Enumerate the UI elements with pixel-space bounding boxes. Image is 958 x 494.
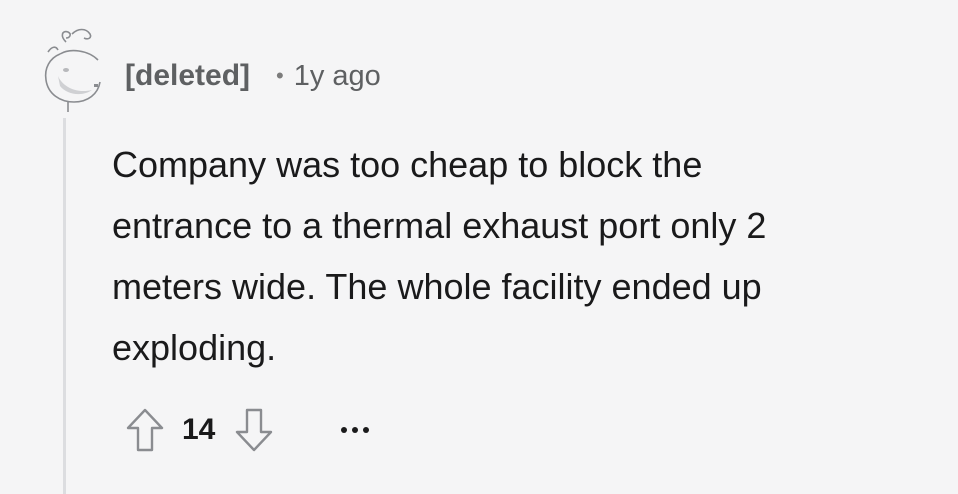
upvote-arrow-icon[interactable] — [124, 406, 166, 454]
comment-body-line: exploding. — [112, 327, 277, 368]
downvote-arrow-icon[interactable] — [233, 406, 275, 454]
comment-actions: 14 — [124, 404, 370, 456]
more-options-icon[interactable] — [341, 420, 370, 440]
comment-body-line: Company was too cheap to block the — [112, 144, 703, 185]
vote-score: 14 — [182, 413, 216, 446]
comment-meta: [deleted] • 1y ago — [125, 56, 381, 96]
comment-body-line: entrance to a thermal exhaust port only … — [112, 205, 767, 246]
comment-body: Company was too cheap to block the entra… — [112, 134, 932, 378]
comment-body-line: meters wide. The whole facility ended up — [112, 266, 762, 307]
timestamp[interactable]: 1y ago — [294, 60, 381, 93]
thread-line[interactable] — [63, 118, 66, 494]
author-name[interactable]: [deleted] — [125, 59, 250, 93]
meta-separator: • — [276, 63, 284, 88]
more-dot — [352, 427, 359, 433]
more-dot — [363, 427, 370, 433]
more-dot — [341, 427, 348, 433]
deleted-user-avatar-icon[interactable] — [36, 24, 108, 112]
